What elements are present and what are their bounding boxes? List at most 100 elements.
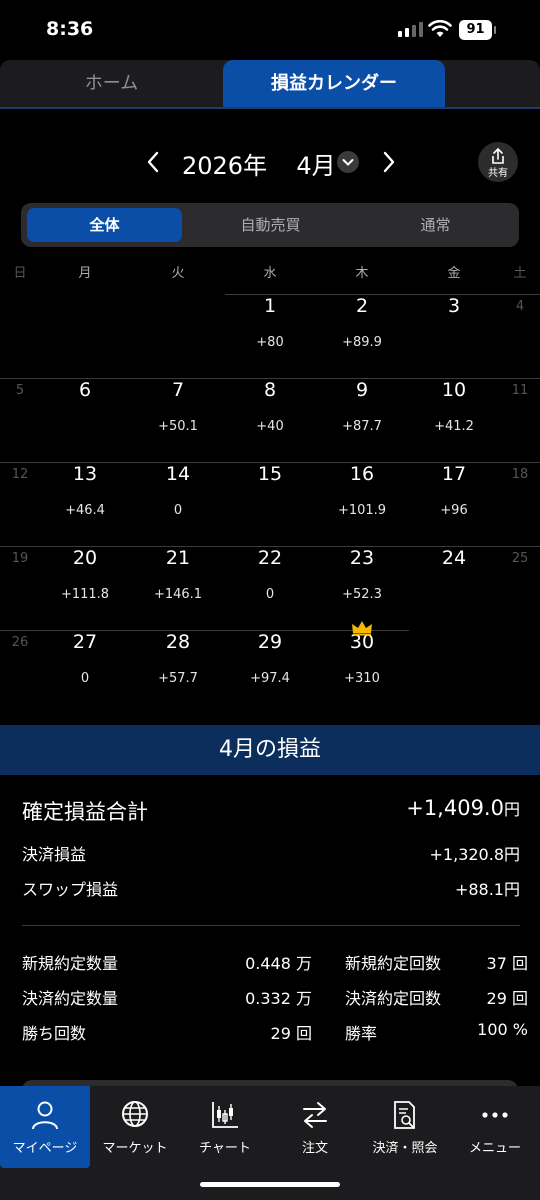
calendar-day-pl: +310	[344, 671, 380, 686]
nav-label: チャート	[199, 1141, 251, 1156]
nav-chart[interactable]: チャート	[180, 1086, 270, 1168]
calendar-day-2[interactable]: 2	[322, 295, 402, 317]
calendar-day-pl: +80	[256, 335, 284, 350]
weekday-header: 火	[171, 266, 185, 281]
document-search-icon	[394, 1101, 415, 1129]
nav-settlement[interactable]: 決済・照会	[360, 1086, 450, 1168]
nav-order[interactable]: 注文	[270, 1086, 360, 1168]
segment-normal[interactable]: 通常	[358, 208, 513, 242]
month-navigator: 2026年 4月 共有	[0, 140, 540, 186]
nav-label: 注文	[301, 1141, 328, 1156]
calendar-day-27[interactable]: 27	[45, 631, 125, 653]
calendar-day-13[interactable]: 13	[45, 463, 125, 485]
cellular-signal-icon	[398, 22, 423, 37]
weekday-header: 水	[263, 266, 277, 281]
calendar-day-23[interactable]: 23	[322, 547, 402, 569]
settle-count-label: 決済約定回数	[345, 989, 442, 1008]
calendar-day-25: 25	[511, 551, 529, 566]
calendar-day-pl: 0	[265, 587, 275, 602]
crown-icon	[352, 621, 372, 636]
more-dots-icon	[482, 1112, 508, 1118]
calendar-day-pl: +40	[256, 419, 284, 434]
nav-label: マイページ	[12, 1141, 78, 1156]
battery-indicator: 91	[459, 20, 496, 40]
calendar-day-pl: +57.7	[158, 671, 198, 686]
year-label: 2026年	[182, 152, 268, 180]
calendar-day-pl: 0	[80, 671, 90, 686]
calendar-day-3[interactable]: 3	[414, 295, 494, 317]
total-pl-value: +1,409.0	[406, 796, 504, 820]
calendar-day-26: 26	[11, 635, 29, 650]
current-month[interactable]: 2026年 4月	[182, 146, 336, 181]
total-pl-value-wrap: +1,409.0円	[406, 796, 520, 820]
chevron-down-icon	[342, 159, 354, 166]
calendar-day-pl: +146.1	[153, 587, 203, 602]
calendar-day-pl: +41.2	[434, 419, 474, 434]
total-pl-label: 確定損益合計	[22, 800, 148, 824]
calendar-day-pl: +50.1	[158, 419, 198, 434]
calendar-day-28[interactable]: 28	[138, 631, 218, 653]
tabs-underline	[0, 107, 540, 109]
calendar-day-pl: +111.8	[60, 587, 110, 602]
settle-pl-label: 決済損益	[22, 845, 87, 864]
nav-market[interactable]: マーケット	[90, 1086, 180, 1168]
nav-label: マーケット	[102, 1141, 168, 1156]
chevron-right-icon[interactable]	[378, 148, 400, 176]
summary-divider	[22, 925, 520, 926]
calendar-day-pl: +46.4	[65, 503, 105, 518]
calendar-day-1[interactable]: 1	[230, 295, 310, 317]
new-count-value: 37 回	[486, 954, 528, 973]
win-count-label: 勝ち回数	[22, 1024, 87, 1043]
swap-pl-label: スワップ損益	[22, 880, 119, 899]
share-label: 共有	[488, 168, 508, 179]
calendar-day-24[interactable]: 24	[414, 547, 494, 569]
tab-home[interactable]: ホーム	[0, 60, 223, 108]
calendar-day-16[interactable]: 16	[322, 463, 402, 485]
settle-count-value: 29 回	[486, 989, 528, 1008]
calendar-day-7[interactable]: 7	[138, 379, 218, 401]
month-dropdown-button[interactable]	[337, 151, 359, 173]
calendar-day-6[interactable]: 6	[45, 379, 125, 401]
swap-arrows-icon	[303, 1102, 327, 1128]
tab-pl-calendar[interactable]: 損益カレンダー	[223, 60, 445, 108]
swap-pl-value: +88.1円	[454, 880, 520, 899]
weekday-header: 金	[447, 266, 461, 281]
status-time: 8:36	[46, 18, 94, 40]
calendar-day-pl: +97.4	[250, 671, 290, 686]
calendar-day-21[interactable]: 21	[138, 547, 218, 569]
nav-menu[interactable]: メニュー	[450, 1086, 540, 1168]
calendar-day-17[interactable]: 17	[414, 463, 494, 485]
calendar-day-5: 5	[15, 383, 25, 398]
status-bar: 8:36 91	[0, 0, 540, 60]
monthly-pl-header: 4月の損益	[0, 725, 540, 775]
calendar-day-20[interactable]: 20	[45, 547, 125, 569]
segment-all[interactable]: 全体	[27, 208, 182, 242]
calendar-day-15[interactable]: 15	[230, 463, 310, 485]
calendar-day-10[interactable]: 10	[414, 379, 494, 401]
calendar-day-29[interactable]: 29	[230, 631, 310, 653]
top-tabs: ホーム 損益カレンダー	[0, 60, 540, 108]
weekday-header: 月	[78, 266, 92, 281]
win-rate-value: 100 %	[477, 1020, 528, 1039]
calendar-day-pl: +89.9	[342, 335, 382, 350]
settle-qty-label: 決済約定数量	[22, 989, 119, 1008]
chevron-left-icon[interactable]	[142, 148, 164, 176]
trade-type-segment: 全体 自動売買 通常	[21, 203, 519, 247]
wifi-icon	[428, 20, 452, 37]
yen-unit: 円	[503, 800, 520, 819]
nav-mypage[interactable]: マイページ	[0, 1086, 90, 1168]
pl-calendar: 日 月 火 水 木 金 土 1 +80 2 +89.9 3 4 5 6 7 +50.1 8 +40 9 +87.7 10 +…	[0, 262, 540, 722]
new-qty-label: 新規約定数量	[22, 954, 119, 973]
calendar-day-9[interactable]: 9	[322, 379, 402, 401]
calendar-day-8[interactable]: 8	[230, 379, 310, 401]
calendar-day-4: 4	[515, 299, 525, 314]
win-rate-label: 勝率	[345, 1024, 378, 1043]
calendar-day-14[interactable]: 14	[138, 463, 218, 485]
calendar-day-pl: 0	[173, 503, 183, 518]
calendar-day-18: 18	[511, 467, 529, 482]
new-qty-value: 0.448 万	[245, 954, 312, 973]
calendar-day-pl: +96	[440, 503, 468, 518]
share-button[interactable]: 共有	[478, 142, 518, 182]
segment-auto-trade[interactable]: 自動売買	[193, 208, 348, 242]
calendar-day-22[interactable]: 22	[230, 547, 310, 569]
